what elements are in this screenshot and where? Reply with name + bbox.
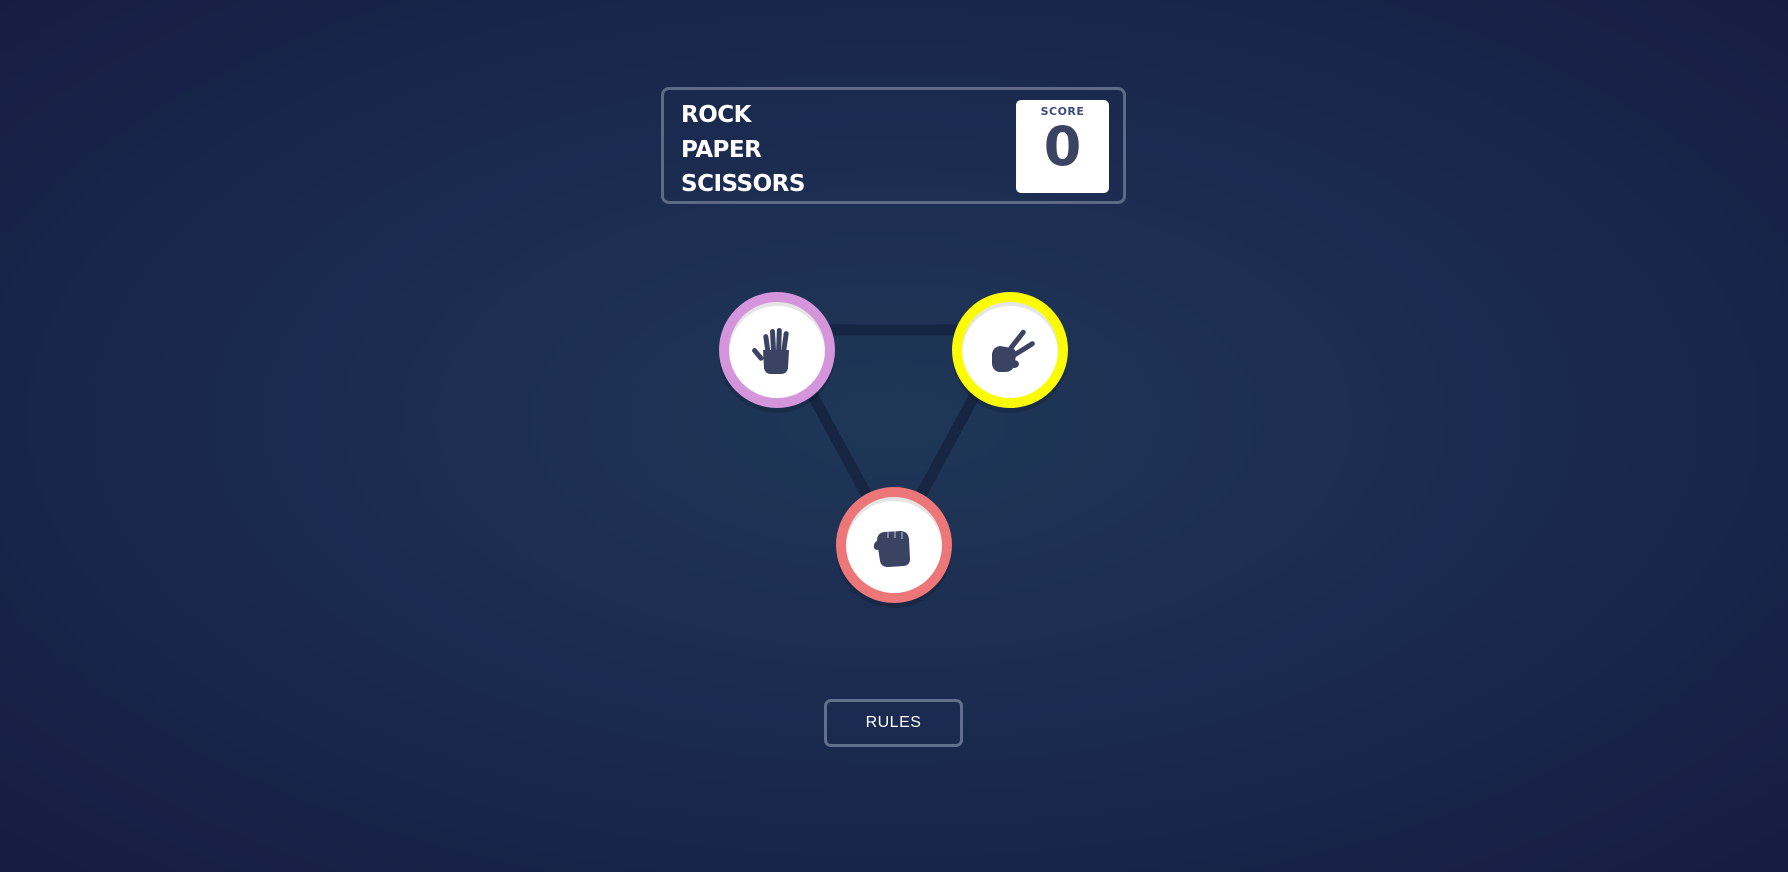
game-title-scissors: SCISSORS bbox=[681, 171, 805, 197]
rock-button[interactable] bbox=[836, 487, 952, 603]
game-title: ROCK PAPER SCISSORS bbox=[681, 98, 805, 202]
scissors-button[interactable] bbox=[952, 292, 1068, 408]
rock-button-face bbox=[846, 497, 942, 593]
score-box: SCORE 0 bbox=[1016, 100, 1109, 193]
rules-button[interactable]: RULES bbox=[824, 699, 963, 747]
scissors-hand-icon bbox=[992, 329, 1035, 372]
game-title-rock: ROCK bbox=[681, 102, 751, 128]
game-title-paper: PAPER bbox=[681, 136, 762, 163]
paper-button[interactable] bbox=[719, 292, 835, 408]
score-value: 0 bbox=[1043, 115, 1082, 178]
scoreboard-header: ROCK PAPER SCISSORS SCORE 0 bbox=[661, 87, 1126, 204]
scissors-button-face bbox=[962, 302, 1058, 398]
rock-fist-icon bbox=[873, 531, 910, 567]
paper-hand-icon bbox=[752, 328, 789, 374]
paper-button-face bbox=[729, 302, 825, 398]
